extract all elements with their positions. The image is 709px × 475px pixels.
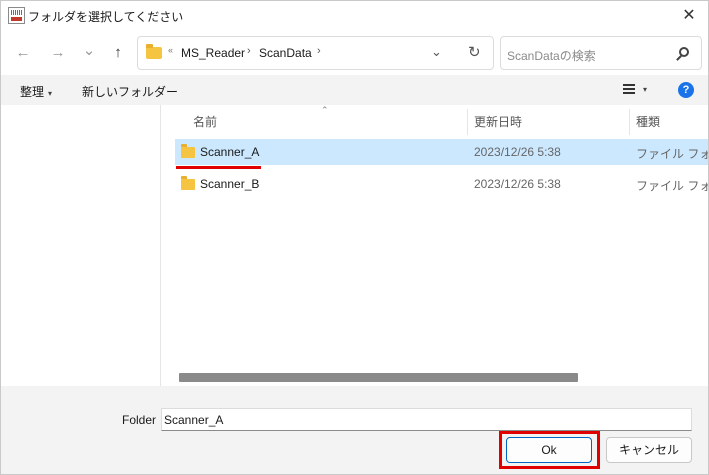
list-item-scanner-b[interactable]: Scanner_B 2023/12/26 5:38 ファイル フォルダー (175, 171, 708, 197)
scrollbar-thumb[interactable] (179, 373, 578, 382)
column-header-type[interactable]: 種類 (636, 113, 660, 130)
item-type: ファイル フォルダー (636, 179, 708, 193)
column-header-modified[interactable]: 更新日時 (474, 113, 522, 130)
close-icon[interactable]: ✕ (678, 6, 700, 26)
column-divider[interactable] (467, 109, 468, 135)
folder-icon (146, 44, 162, 59)
item-name: Scanner_B (200, 177, 260, 191)
cancel-button[interactable]: キャンセル (606, 437, 692, 463)
column-divider[interactable] (629, 109, 630, 135)
command-toolbar: 整理 ▾ 新しいフォルダー ▾ ? (1, 75, 708, 105)
folder-icon (181, 144, 195, 158)
horizontal-scrollbar[interactable] (161, 370, 708, 386)
breadcrumb-scandata[interactable]: ScanData (259, 46, 312, 60)
column-header-name[interactable]: 名前 (193, 113, 217, 130)
view-options-icon[interactable] (623, 84, 635, 94)
selection-highlight-underline (176, 166, 261, 169)
search-icon[interactable] (679, 47, 689, 57)
breadcrumb-chevron-icon[interactable]: › (317, 45, 321, 57)
organize-label: 整理 (20, 85, 45, 99)
file-list: ⌃ 名前 更新日時 種類 Scanner_A 2023/12/26 5:38 フ… (161, 105, 708, 386)
caret-down-icon[interactable]: ▾ (643, 85, 647, 94)
up-arrow-icon[interactable]: ↑ (108, 43, 128, 63)
search-input[interactable]: ScanDataの検索 (507, 47, 596, 64)
address-dropdown-icon[interactable]: ⌄ (431, 44, 442, 60)
recent-locations-chevron-icon[interactable]: ⌄ (79, 41, 99, 61)
item-name: Scanner_A (200, 145, 260, 159)
item-modified: 2023/12/26 5:38 (474, 145, 561, 159)
refresh-icon[interactable]: ↻ (468, 43, 481, 61)
new-folder-button[interactable]: 新しいフォルダー (82, 83, 178, 100)
title-bar: フォルダを選択してください ✕ (1, 1, 708, 31)
folder-label: Folder (122, 413, 157, 427)
breadcrumb-ms-reader[interactable]: MS_Reader (181, 46, 245, 60)
ok-button[interactable]: Ok (506, 437, 592, 463)
sort-ascending-icon: ⌃ (321, 105, 329, 115)
caret-down-icon: ▾ (48, 89, 53, 98)
navigation-bar: ← → ⌄ ↑ « MS_Reader › ScanData › ⌄ ↻ Sca… (1, 31, 708, 75)
address-bar[interactable]: « MS_Reader › ScanData › ⌄ ↻ (137, 36, 494, 70)
folder-icon (181, 176, 195, 190)
overflow-chevron-icon[interactable]: « (168, 45, 173, 55)
item-type: ファイル フォルダー (636, 147, 708, 161)
list-item-scanner-a[interactable]: Scanner_A 2023/12/26 5:38 ファイル フォルダー (175, 139, 708, 165)
search-box[interactable]: ScanDataの検索 (500, 36, 702, 70)
back-arrow-icon[interactable]: ← (13, 43, 33, 63)
app-icon (8, 7, 25, 24)
breadcrumb-chevron-icon[interactable]: › (247, 45, 251, 57)
window-title: フォルダを選択してください (28, 10, 184, 24)
navigation-pane[interactable] (1, 105, 160, 386)
forward-arrow-icon[interactable]: → (48, 43, 68, 63)
help-icon[interactable]: ? (678, 82, 694, 98)
folder-select-dialog: フォルダを選択してください ✕ ← → ⌄ ↑ « MS_Reader › Sc… (0, 0, 709, 475)
organize-button[interactable]: 整理 ▾ (20, 83, 52, 100)
folder-name-input[interactable] (161, 408, 692, 431)
item-modified: 2023/12/26 5:38 (474, 177, 561, 191)
